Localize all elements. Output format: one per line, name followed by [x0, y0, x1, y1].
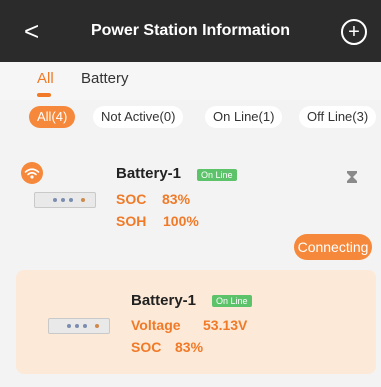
soh-label: SOH [116, 213, 147, 229]
device-name: Battery-1 [116, 165, 182, 182]
filter-not-active[interactable]: Not Active(0) [93, 106, 184, 128]
battery-device-image [48, 318, 110, 334]
filter-all[interactable]: All(4) [29, 106, 76, 128]
tab-all[interactable]: All [37, 70, 54, 87]
device-name: Battery-1 [131, 292, 197, 309]
soh-value: 100% [163, 213, 199, 229]
soc-value: 83% [175, 339, 204, 355]
filter-bar: All(4) Not Active(0) On Line(1) Off Line… [0, 103, 381, 133]
voltage-value: 53.13V [203, 317, 248, 333]
connecting-button[interactable]: Connecting [294, 234, 372, 260]
wifi-icon [21, 162, 43, 184]
tab-indicator [37, 93, 51, 97]
voltage-label: Voltage [131, 317, 181, 333]
add-icon[interactable]: + [341, 19, 367, 45]
status-badge: On Line [197, 169, 237, 181]
tab-battery[interactable]: Battery [81, 70, 129, 87]
soc-value: 83% [162, 191, 191, 207]
status-badge: On Line [212, 295, 252, 307]
soc-label: SOC [131, 339, 162, 355]
battery-device-image [34, 192, 96, 208]
page-title: Power Station Information [90, 22, 291, 39]
filter-offline[interactable]: Off Line(3) [299, 106, 377, 128]
tab-bar: All Battery [0, 62, 381, 100]
filter-online[interactable]: On Line(1) [205, 106, 283, 128]
soc-label: SOC [116, 191, 147, 207]
app-header: < Power Station Information + [0, 0, 381, 62]
hourglass-icon [345, 170, 359, 187]
